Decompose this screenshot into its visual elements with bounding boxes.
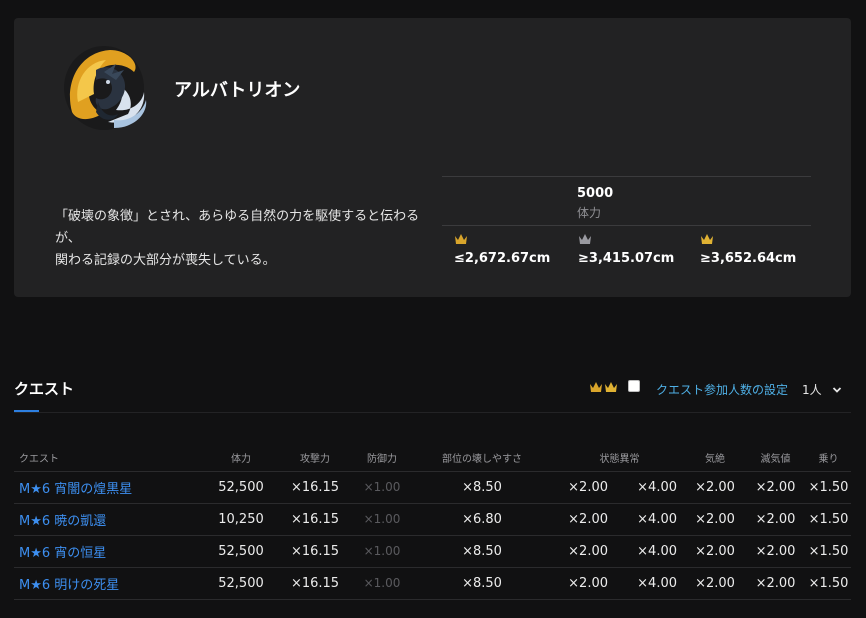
exhaust-cell: ×2.00	[745, 503, 806, 536]
hp-cell: 52,500	[206, 471, 276, 504]
silver-size-value: ≥3,415.07cm	[578, 251, 675, 266]
attack-cell: ×16.15	[276, 503, 354, 536]
parts-cell: ×6.80	[410, 503, 554, 536]
crown-display-toggle[interactable]	[589, 381, 618, 393]
exhaust-cell: ×2.00	[745, 471, 806, 504]
mount-cell: ×1.50	[806, 567, 851, 600]
silver-crown-icon	[579, 234, 591, 244]
col-hp: 体力	[206, 444, 276, 472]
ailment-cell: ×2.00	[554, 471, 612, 504]
hp-stat: 5000 体力	[442, 176, 811, 226]
mount-cell: ×1.50	[806, 503, 851, 536]
ailment-cell: ×4.00	[612, 471, 685, 504]
quest-link[interactable]: M★6 暁の凱還	[14, 503, 206, 536]
mount-cell: ×1.50	[806, 471, 851, 504]
gold-mini-crown-icon	[590, 382, 602, 392]
quest-section-title: クエスト	[14, 380, 75, 398]
quest-table: クエスト 体力 攻撃力 防御力 部位の壊しやすさ 状態異常 気絶 滅気値 乗り …	[14, 444, 851, 600]
parts-cell: ×8.50	[410, 535, 554, 568]
crown-checkbox[interactable]	[628, 380, 640, 392]
ailment-cell: ×4.00	[612, 567, 685, 600]
table-header: クエスト 体力 攻撃力 防御力 部位の壊しやすさ 状態異常 気絶 滅気値 乗り	[14, 444, 851, 472]
col-attack: 攻撃力	[276, 444, 354, 472]
ailment-cell: ×4.00	[612, 535, 685, 568]
ailment-cell: ×2.00	[554, 503, 612, 536]
defense-cell: ×1.00	[354, 471, 410, 504]
section-divider	[14, 412, 851, 413]
description-line: 「破壊の象徴」とされ、あらゆる自然の力を駆使すると伝わるが、	[55, 209, 420, 246]
alatreon-monster-icon	[64, 46, 147, 130]
hp-value: 5000	[577, 186, 614, 201]
attack-cell: ×16.15	[276, 535, 354, 568]
defense-cell: ×1.00	[354, 535, 410, 568]
ailment-cell: ×2.00	[554, 535, 612, 568]
chevron-down-icon	[832, 386, 841, 393]
description-line: 関わる記録の大部分が喪失している。	[55, 253, 276, 268]
parts-cell: ×8.50	[410, 567, 554, 600]
gold-mini-crown-icon	[455, 234, 467, 244]
ailment-cell: ×2.00	[554, 567, 612, 600]
col-parts: 部位の壊しやすさ	[410, 444, 554, 472]
exhaust-cell: ×2.00	[745, 535, 806, 568]
quest-link[interactable]: M★6 明けの死星	[14, 567, 206, 600]
col-exhaust: 滅気値	[745, 444, 806, 472]
min-size: ≤2,672.67cm	[454, 233, 550, 266]
table-row: M★6 宵の恒星 52,500 ×16.15 ×1.00 ×8.50 ×2.00…	[14, 535, 851, 568]
hp-cell: 52,500	[206, 535, 276, 568]
attack-cell: ×16.15	[276, 567, 354, 600]
ailment-cell: ×4.00	[612, 503, 685, 536]
silver-size: ≥3,415.07cm	[578, 233, 674, 266]
parts-cell: ×8.50	[410, 471, 554, 504]
col-defense: 防御力	[354, 444, 410, 472]
exhaust-cell: ×2.00	[745, 567, 806, 600]
party-size-value: 1人	[802, 383, 822, 397]
col-ailment: 状態異常	[554, 444, 685, 472]
gold-size: ≥3,652.64cm	[700, 233, 796, 266]
hp-label: 体力	[577, 206, 602, 220]
quest-link[interactable]: M★6 宵闇の煌黒星	[14, 471, 206, 504]
hp-cell: 52,500	[206, 567, 276, 600]
party-size-label[interactable]: クエスト参加人数の設定	[656, 381, 788, 398]
defense-cell: ×1.00	[354, 503, 410, 536]
attack-cell: ×16.15	[276, 471, 354, 504]
table-row: M★6 明けの死星 52,500 ×16.15 ×1.00 ×8.50 ×2.0…	[14, 567, 851, 600]
stun-cell: ×2.00	[685, 503, 745, 536]
gold-size-value: ≥3,652.64cm	[700, 251, 797, 266]
monster-description: 「破壊の象徴」とされ、あらゆる自然の力を駆使すると伝わるが、 関わる記録の大部分…	[55, 206, 435, 272]
col-quest: クエスト	[14, 444, 206, 472]
hp-cell: 10,250	[206, 503, 276, 536]
stun-cell: ×2.00	[685, 567, 745, 600]
monster-card: アルバトリオン 「破壊の象徴」とされ、あらゆる自然の力を駆使すると伝わるが、 関…	[14, 18, 851, 297]
table-row: M★6 暁の凱還 10,250 ×16.15 ×1.00 ×6.80 ×2.00…	[14, 503, 851, 536]
mount-cell: ×1.50	[806, 535, 851, 568]
quest-link[interactable]: M★6 宵の恒星	[14, 535, 206, 568]
party-size-select[interactable]: 1人	[802, 381, 842, 398]
min-size-value: ≤2,672.67cm	[454, 251, 551, 266]
gold-crown-icon	[701, 234, 713, 244]
gold-crown-icon	[605, 382, 617, 392]
defense-cell: ×1.00	[354, 567, 410, 600]
stun-cell: ×2.00	[685, 471, 745, 504]
col-stun: 気絶	[685, 444, 745, 472]
table-row: M★6 宵闇の煌黒星 52,500 ×16.15 ×1.00 ×8.50 ×2.…	[14, 471, 851, 504]
col-mount: 乗り	[806, 444, 851, 472]
stun-cell: ×2.00	[685, 535, 745, 568]
monster-name: アルバトリオン	[174, 80, 301, 101]
